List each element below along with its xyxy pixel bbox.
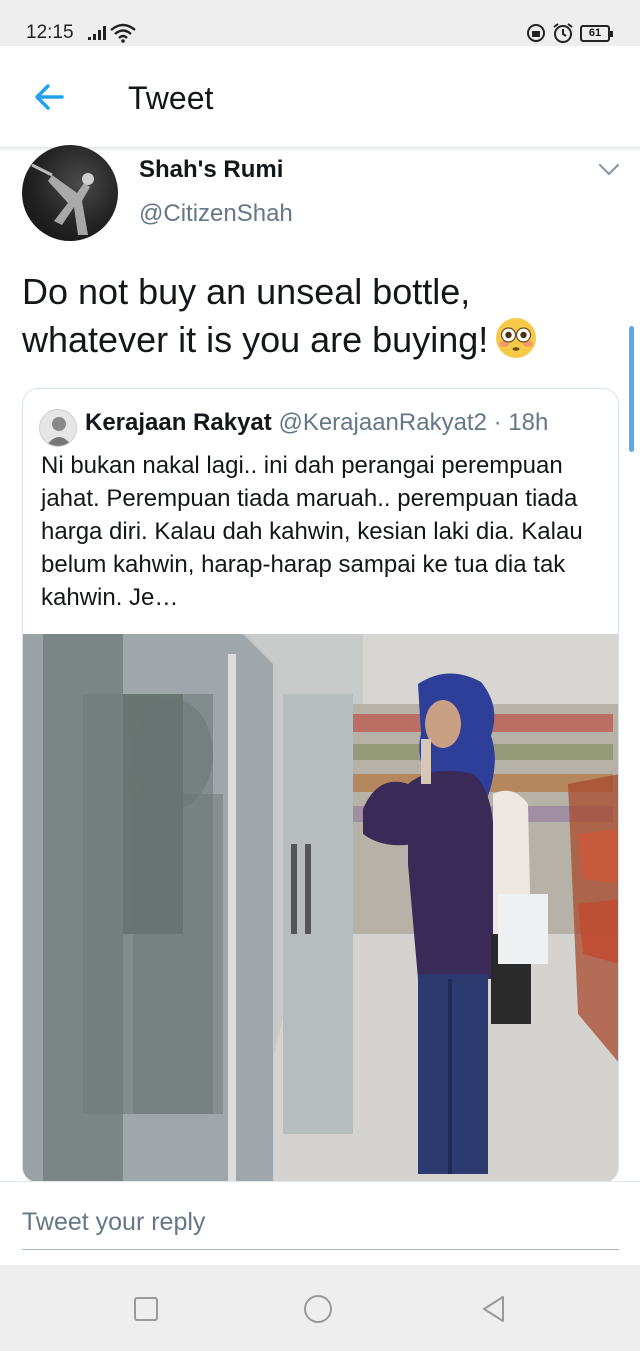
portrait-icon bbox=[46, 417, 72, 446]
quoted-author-name: Kerajaan Rakyat bbox=[85, 409, 272, 436]
quoted-timestamp: · 18h bbox=[493, 409, 549, 436]
flushed-face-icon bbox=[496, 318, 537, 358]
status-bar: 12:15 61 bbox=[0, 0, 640, 46]
store-scene-image bbox=[23, 634, 618, 1182]
tweet-text-content: Do not buy an unseal bottle, whatever it… bbox=[22, 271, 489, 360]
author-avatar[interactable] bbox=[22, 145, 118, 241]
tweet-text: Do not buy an unseal bottle, whatever it… bbox=[22, 268, 618, 364]
recent-apps-icon[interactable] bbox=[130, 1293, 162, 1325]
scroll-indicator[interactable] bbox=[629, 326, 634, 452]
status-time: 12:15 bbox=[26, 22, 74, 43]
wifi-icon bbox=[110, 23, 136, 43]
author-handle[interactable]: @CitizenShah bbox=[139, 200, 293, 228]
status-right: 61 bbox=[526, 22, 613, 44]
chevron-down-icon[interactable] bbox=[598, 162, 620, 178]
battery-level: 61 bbox=[588, 26, 602, 39]
quoted-header: Kerajaan Rakyat @KerajaanRakyat2 · 18h bbox=[85, 409, 548, 437]
alarm-icon bbox=[553, 23, 573, 43]
quoted-video-media[interactable] bbox=[23, 634, 618, 1182]
quoted-author-handle: @KerajaanRakyat2 bbox=[278, 409, 487, 436]
signal-icon bbox=[88, 26, 106, 40]
app-header: Tweet bbox=[0, 46, 640, 148]
reply-bar bbox=[0, 1181, 640, 1265]
quoted-tweet-text: Ni bukan nakal lagi.. ini dah perangai p… bbox=[41, 452, 583, 611]
back-triangle-icon[interactable] bbox=[478, 1293, 510, 1325]
page-title: Tweet bbox=[128, 80, 214, 116]
quoted-tweet-card[interactable]: Kerajaan Rakyat @KerajaanRakyat2 · 18h N… bbox=[22, 388, 619, 1183]
home-circle-icon[interactable] bbox=[302, 1293, 334, 1325]
dancer-silhouette-icon bbox=[31, 163, 94, 235]
reply-input[interactable] bbox=[22, 1208, 619, 1250]
author-name[interactable]: Shah's Rumi bbox=[139, 156, 283, 184]
back-arrow-icon[interactable] bbox=[30, 78, 68, 116]
quoted-author-avatar bbox=[39, 409, 77, 447]
battery-icon: 61 bbox=[580, 24, 613, 42]
system-nav-bar bbox=[0, 1265, 640, 1351]
data-saver-icon bbox=[527, 24, 545, 42]
